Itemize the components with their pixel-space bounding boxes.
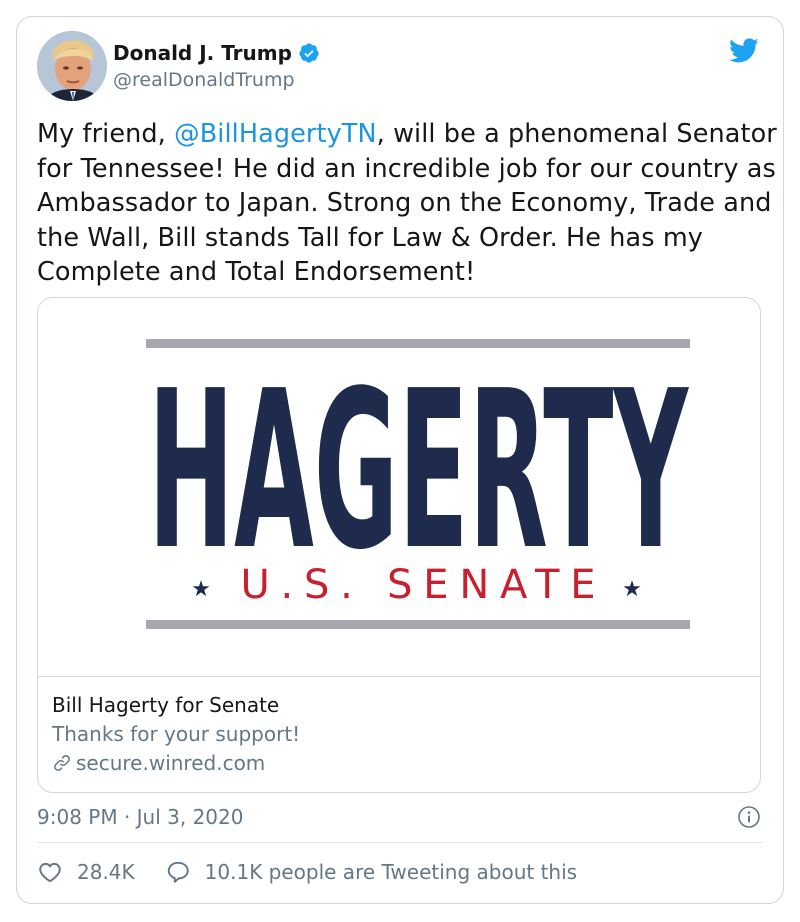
author-name[interactable]: Donald J. Trump <box>113 41 320 65</box>
link-icon <box>54 755 70 771</box>
reply-icon[interactable] <box>165 859 191 885</box>
mention-link[interactable]: @BillHagertyTN <box>174 119 377 149</box>
twitter-bird-icon[interactable] <box>727 35 761 65</box>
link-preview-card[interactable]: HAGERTY ★ U.S. SENATE ★ Bill Hagerty for… <box>37 297 761 793</box>
info-icon[interactable] <box>737 805 761 829</box>
card-domain[interactable]: secure.winred.com <box>52 751 265 775</box>
logo-main-text: HAGERTY <box>148 345 689 598</box>
heart-icon[interactable] <box>37 859 63 885</box>
verified-badge-icon <box>299 43 319 63</box>
actions-divider <box>37 842 763 843</box>
logo-star-right: ★ <box>622 577 642 602</box>
avatar[interactable] <box>37 31 107 101</box>
tweet-text-before: My friend, <box>37 119 175 149</box>
likes-count[interactable]: 28.4K <box>77 860 135 884</box>
author-name-text[interactable]: Donald J. Trump <box>113 41 292 65</box>
card-domain-text[interactable]: secure.winred.com <box>76 751 265 775</box>
reply-action[interactable]: 10.1K people are Tweeting about this <box>165 859 577 885</box>
logo-star-left: ★ <box>191 577 211 602</box>
tweet-card: Donald J. Trump @realDonaldTrump My frie… <box>16 16 784 904</box>
author-handle[interactable]: @realDonaldTrump <box>113 69 295 91</box>
reply-text[interactable]: 10.1K people are Tweeting about this <box>205 860 577 884</box>
logo-bottom-bar <box>146 620 690 629</box>
card-description: Thanks for your support! <box>52 722 301 746</box>
card-image[interactable]: HAGERTY ★ U.S. SENATE ★ <box>38 298 760 676</box>
tweet-actions: 28.4K 10.1K people are Tweeting about th… <box>37 859 577 885</box>
timestamp[interactable]: 9:08 PM · Jul 3, 2020 <box>37 805 243 829</box>
card-title[interactable]: Bill Hagerty for Senate <box>52 693 279 717</box>
card-divider <box>38 676 760 677</box>
tweet-text: My friend, @BillHagertyTN, will be a phe… <box>37 117 777 290</box>
